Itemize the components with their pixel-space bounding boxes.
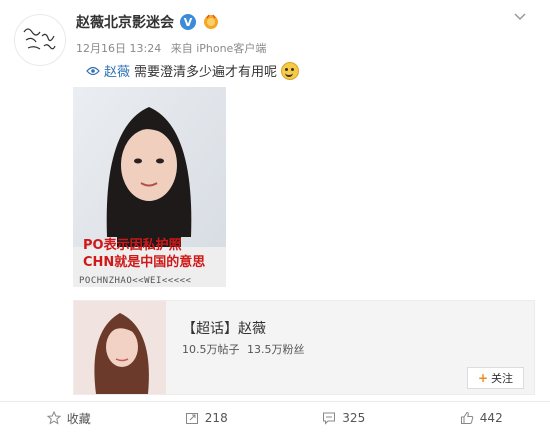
like-button[interactable]: 442 bbox=[413, 402, 550, 434]
post-text: 赵薇 需要澄清多少遍才有用呢 bbox=[86, 61, 299, 80]
comment-button[interactable]: 325 bbox=[275, 402, 413, 434]
passport-mrz: POCHNZHAO<<WEI<<<<< bbox=[79, 276, 191, 286]
signature-logo-icon bbox=[18, 18, 62, 62]
post-image[interactable]: PO表示因私护照 CHN就是中国的意思 POCHNZHAO<<WEI<<<<< bbox=[73, 87, 226, 287]
star-icon bbox=[47, 411, 61, 425]
chevron-down-icon bbox=[514, 13, 526, 21]
post-source: 来自 iPhone客户端 bbox=[171, 42, 267, 55]
follow-label: 关注 bbox=[491, 370, 513, 386]
sweat-smile-emoji-icon bbox=[281, 62, 299, 80]
photo-caption: PO表示因私护照 CHN就是中国的意思 bbox=[83, 237, 205, 271]
thumbs-up-icon bbox=[460, 411, 474, 425]
mention-link-icon bbox=[86, 66, 100, 76]
supertopic-thumbnail bbox=[74, 301, 166, 394]
author-name[interactable]: 赵薇北京影迷会 bbox=[76, 12, 174, 32]
fan-medal-icon bbox=[202, 14, 220, 30]
follow-button[interactable]: + 关注 bbox=[467, 367, 524, 389]
collect-label: 收藏 bbox=[67, 410, 91, 427]
plus-icon: + bbox=[478, 371, 488, 385]
supertopic-portrait-illustration bbox=[74, 301, 166, 394]
supertopic-posts: 10.5万帖子 bbox=[182, 343, 240, 356]
like-count: 442 bbox=[480, 411, 503, 425]
repost-button[interactable]: 218 bbox=[138, 402, 276, 434]
supertopic-fans: 13.5万粉丝 bbox=[247, 343, 305, 356]
post-meta: 12月16日 13:24 来自 iPhone客户端 bbox=[76, 40, 266, 56]
post-action-bar: 收藏 218 325 442 bbox=[0, 401, 550, 434]
photo-caption-line1: PO表示因私护照 bbox=[83, 237, 205, 254]
supertopic-title[interactable]: 【超话】赵薇 bbox=[182, 318, 266, 338]
author-avatar[interactable] bbox=[14, 14, 66, 66]
supertopic-card[interactable]: 【超话】赵薇 10.5万帖子 13.5万粉丝 + 关注 bbox=[73, 300, 535, 395]
verified-badge-icon: V bbox=[180, 14, 196, 30]
mention-link[interactable]: 赵薇 bbox=[104, 61, 130, 80]
repost-count: 218 bbox=[205, 411, 228, 425]
collect-button[interactable]: 收藏 bbox=[0, 402, 138, 434]
supertopic-stats: 10.5万帖子 13.5万粉丝 bbox=[182, 341, 305, 357]
repost-icon bbox=[185, 411, 199, 425]
comment-icon bbox=[322, 411, 336, 425]
photo-caption-line2: CHN就是中国的意思 bbox=[83, 254, 205, 271]
author-row: 赵薇北京影迷会 V bbox=[76, 12, 220, 32]
more-dropdown[interactable] bbox=[514, 10, 526, 25]
post-date[interactable]: 12月16日 13:24 bbox=[76, 42, 161, 55]
post-body: 需要澄清多少遍才有用呢 bbox=[134, 61, 277, 80]
comment-count: 325 bbox=[342, 411, 365, 425]
